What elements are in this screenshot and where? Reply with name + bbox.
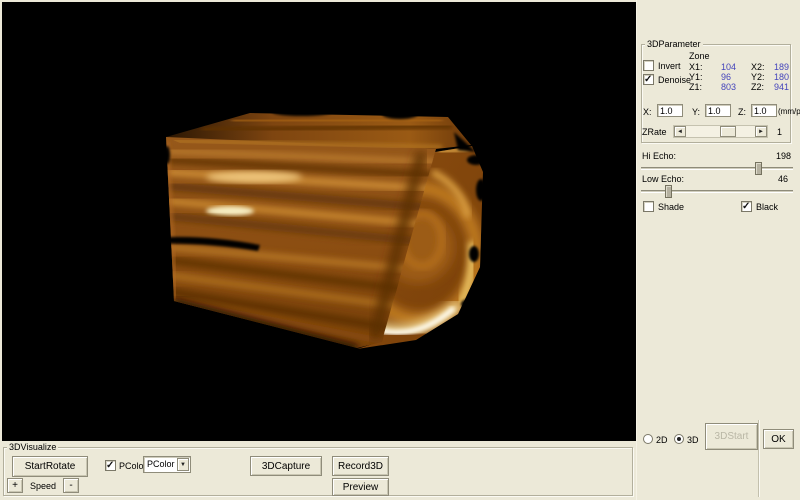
- capture-button[interactable]: 3DCapture: [250, 456, 322, 476]
- zone-y1-label: Y1:: [689, 72, 703, 82]
- low-echo-track: [641, 190, 793, 193]
- hi-echo-value: 198: [776, 151, 791, 161]
- parameter-group-title: 3DParameter: [645, 39, 703, 49]
- zone-y1-value: 96: [721, 72, 731, 82]
- parameter-panel: 3DParameter Invert Denoise Zone X1: 104 …: [636, 0, 800, 500]
- zrate-right-arrow-icon[interactable]: ►: [755, 126, 767, 137]
- pcolor-checkbox[interactable]: [105, 460, 116, 471]
- hi-echo-thumb[interactable]: [755, 162, 762, 175]
- scale-y-label: Y:: [692, 107, 700, 117]
- app-window: { "colors": { "window_bg": "#ece9d8", "v…: [0, 0, 800, 500]
- zone-x1-label: X1:: [689, 62, 703, 72]
- panel-divider: [758, 420, 760, 497]
- zone-title: Zone: [689, 51, 710, 61]
- low-echo-value: 46: [778, 174, 788, 184]
- zrate-scrollbar[interactable]: ◄ ►: [673, 125, 768, 138]
- scale-y-input[interactable]: [705, 104, 731, 117]
- scale-x-label: X:: [643, 107, 652, 117]
- mode-2d-label: 2D: [656, 435, 668, 445]
- low-echo-thumb[interactable]: [665, 185, 672, 198]
- zone-z1-value: 803: [721, 82, 736, 92]
- pcolor-dropdown-value: PColor: [147, 459, 175, 470]
- speed-plus-button[interactable]: +: [7, 478, 23, 493]
- start3d-button[interactable]: 3DStart: [705, 423, 758, 450]
- scale-unit-label: (mm/p): [778, 107, 800, 117]
- low-echo-slider[interactable]: [641, 185, 793, 198]
- volume-3d-render: [2, 2, 636, 441]
- hi-echo-track: [641, 167, 793, 170]
- zrate-label: ZRate: [642, 127, 667, 137]
- visualize-group-title: 3DVisualize: [7, 442, 58, 452]
- scale-z-input[interactable]: [751, 104, 777, 117]
- pcolor-dropdown[interactable]: PColor ▼: [143, 456, 191, 473]
- invert-label: Invert: [658, 61, 681, 71]
- zone-x2-label: X2:: [751, 62, 765, 72]
- low-echo-label: Low Echo:: [642, 174, 684, 184]
- black-label: Black: [756, 202, 778, 212]
- zone-y2-label: Y2:: [751, 72, 765, 82]
- denoise-label: Denoise: [658, 75, 691, 85]
- zone-x2-value: 189: [774, 62, 789, 72]
- speed-minus-button[interactable]: -: [63, 478, 79, 493]
- mode-3d-label: 3D: [687, 435, 699, 445]
- shade-label: Shade: [658, 202, 684, 212]
- record-button[interactable]: Record3D: [332, 456, 389, 476]
- zrate-thumb[interactable]: [720, 126, 736, 137]
- chevron-down-icon[interactable]: ▼: [177, 458, 189, 471]
- zrate-left-arrow-icon[interactable]: ◄: [674, 126, 686, 137]
- render-viewport[interactable]: [2, 2, 636, 441]
- mode-3d-radio[interactable]: [674, 434, 684, 444]
- visualize-bar: 3DVisualize StartRotate + Speed - PColor…: [0, 441, 636, 500]
- start-rotate-button[interactable]: StartRotate: [12, 456, 88, 477]
- zrate-value: 1: [777, 127, 782, 137]
- mode-2d-radio[interactable]: [643, 434, 653, 444]
- zone-z2-label: Z2:: [751, 82, 764, 92]
- black-checkbox[interactable]: [741, 201, 752, 212]
- scale-x-input[interactable]: [657, 104, 683, 117]
- preview-button[interactable]: Preview: [332, 478, 389, 496]
- zone-x1-value: 104: [721, 62, 736, 72]
- denoise-checkbox[interactable]: [643, 74, 654, 85]
- invert-checkbox[interactable]: [643, 60, 654, 71]
- zone-y2-value: 180: [774, 72, 789, 82]
- scale-z-label: Z:: [738, 107, 746, 117]
- zone-z2-value: 941: [774, 82, 789, 92]
- ok-button[interactable]: OK: [763, 429, 794, 449]
- hi-echo-label: Hi Echo:: [642, 151, 676, 161]
- speed-label: Speed: [30, 481, 56, 491]
- zone-z1-label: Z1:: [689, 82, 702, 92]
- shade-checkbox[interactable]: [643, 201, 654, 212]
